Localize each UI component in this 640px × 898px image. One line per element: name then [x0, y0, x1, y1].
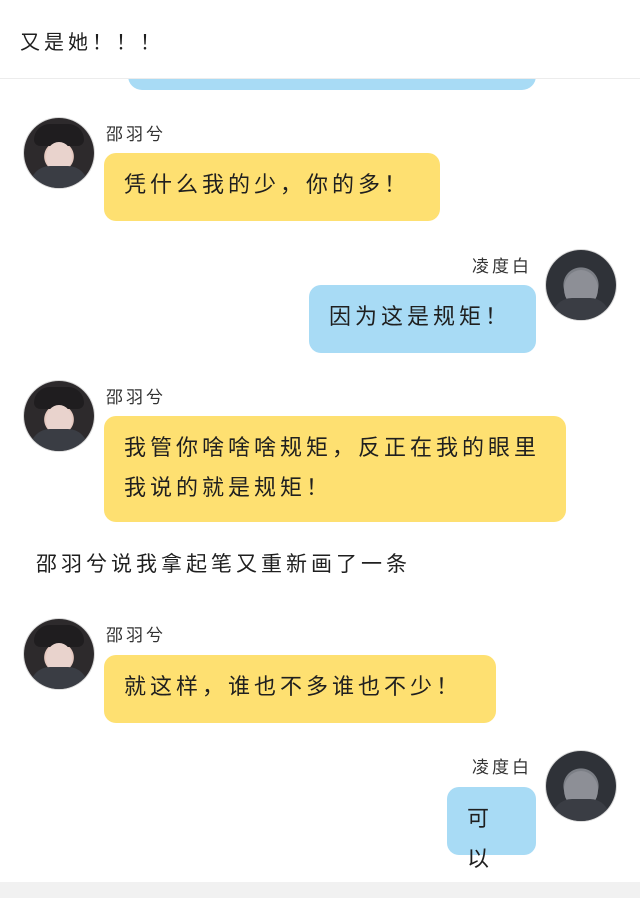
sender-name: 邵羽兮 — [106, 626, 166, 646]
sender-name: 凌度白 — [472, 257, 532, 277]
message-bubble: 因为这是规矩！ — [309, 285, 536, 353]
message-text: 可以 — [467, 807, 494, 872]
message-text: 凭什么我的少，你的多！ — [124, 173, 411, 198]
message-bubble: 就这样，谁也不多谁也不少！ — [104, 655, 496, 723]
sender-name: 邵羽兮 — [106, 125, 166, 145]
chat-title: 又是她！！！ — [20, 30, 164, 54]
avatar[interactable] — [24, 118, 94, 188]
sender-name: 凌度白 — [472, 758, 532, 778]
message-bubble: 凭什么我的少，你的多！ — [104, 153, 440, 221]
message-text: 因为这是规矩！ — [329, 305, 512, 330]
avatar[interactable] — [546, 751, 616, 821]
chat-header: 又是她！！！ — [0, 0, 640, 79]
bottom-bar — [0, 882, 640, 898]
avatar[interactable] — [24, 619, 94, 689]
sender-name: 邵羽兮 — [106, 388, 166, 408]
message-bubble: 我管你啥啥啥规矩，反正在我的眼里我说的就是规矩！ — [104, 416, 566, 522]
avatar[interactable] — [24, 381, 94, 451]
narration-text: 邵羽兮说我拿起笔又重新画了一条 — [36, 552, 411, 576]
message-text: 我管你啥啥啥规矩，反正在我的眼里我说的就是规矩！ — [124, 436, 541, 501]
message-bubble: 可以 — [447, 787, 536, 872]
avatar[interactable] — [546, 250, 616, 320]
message-text: 就这样，谁也不多谁也不少！ — [124, 675, 463, 700]
